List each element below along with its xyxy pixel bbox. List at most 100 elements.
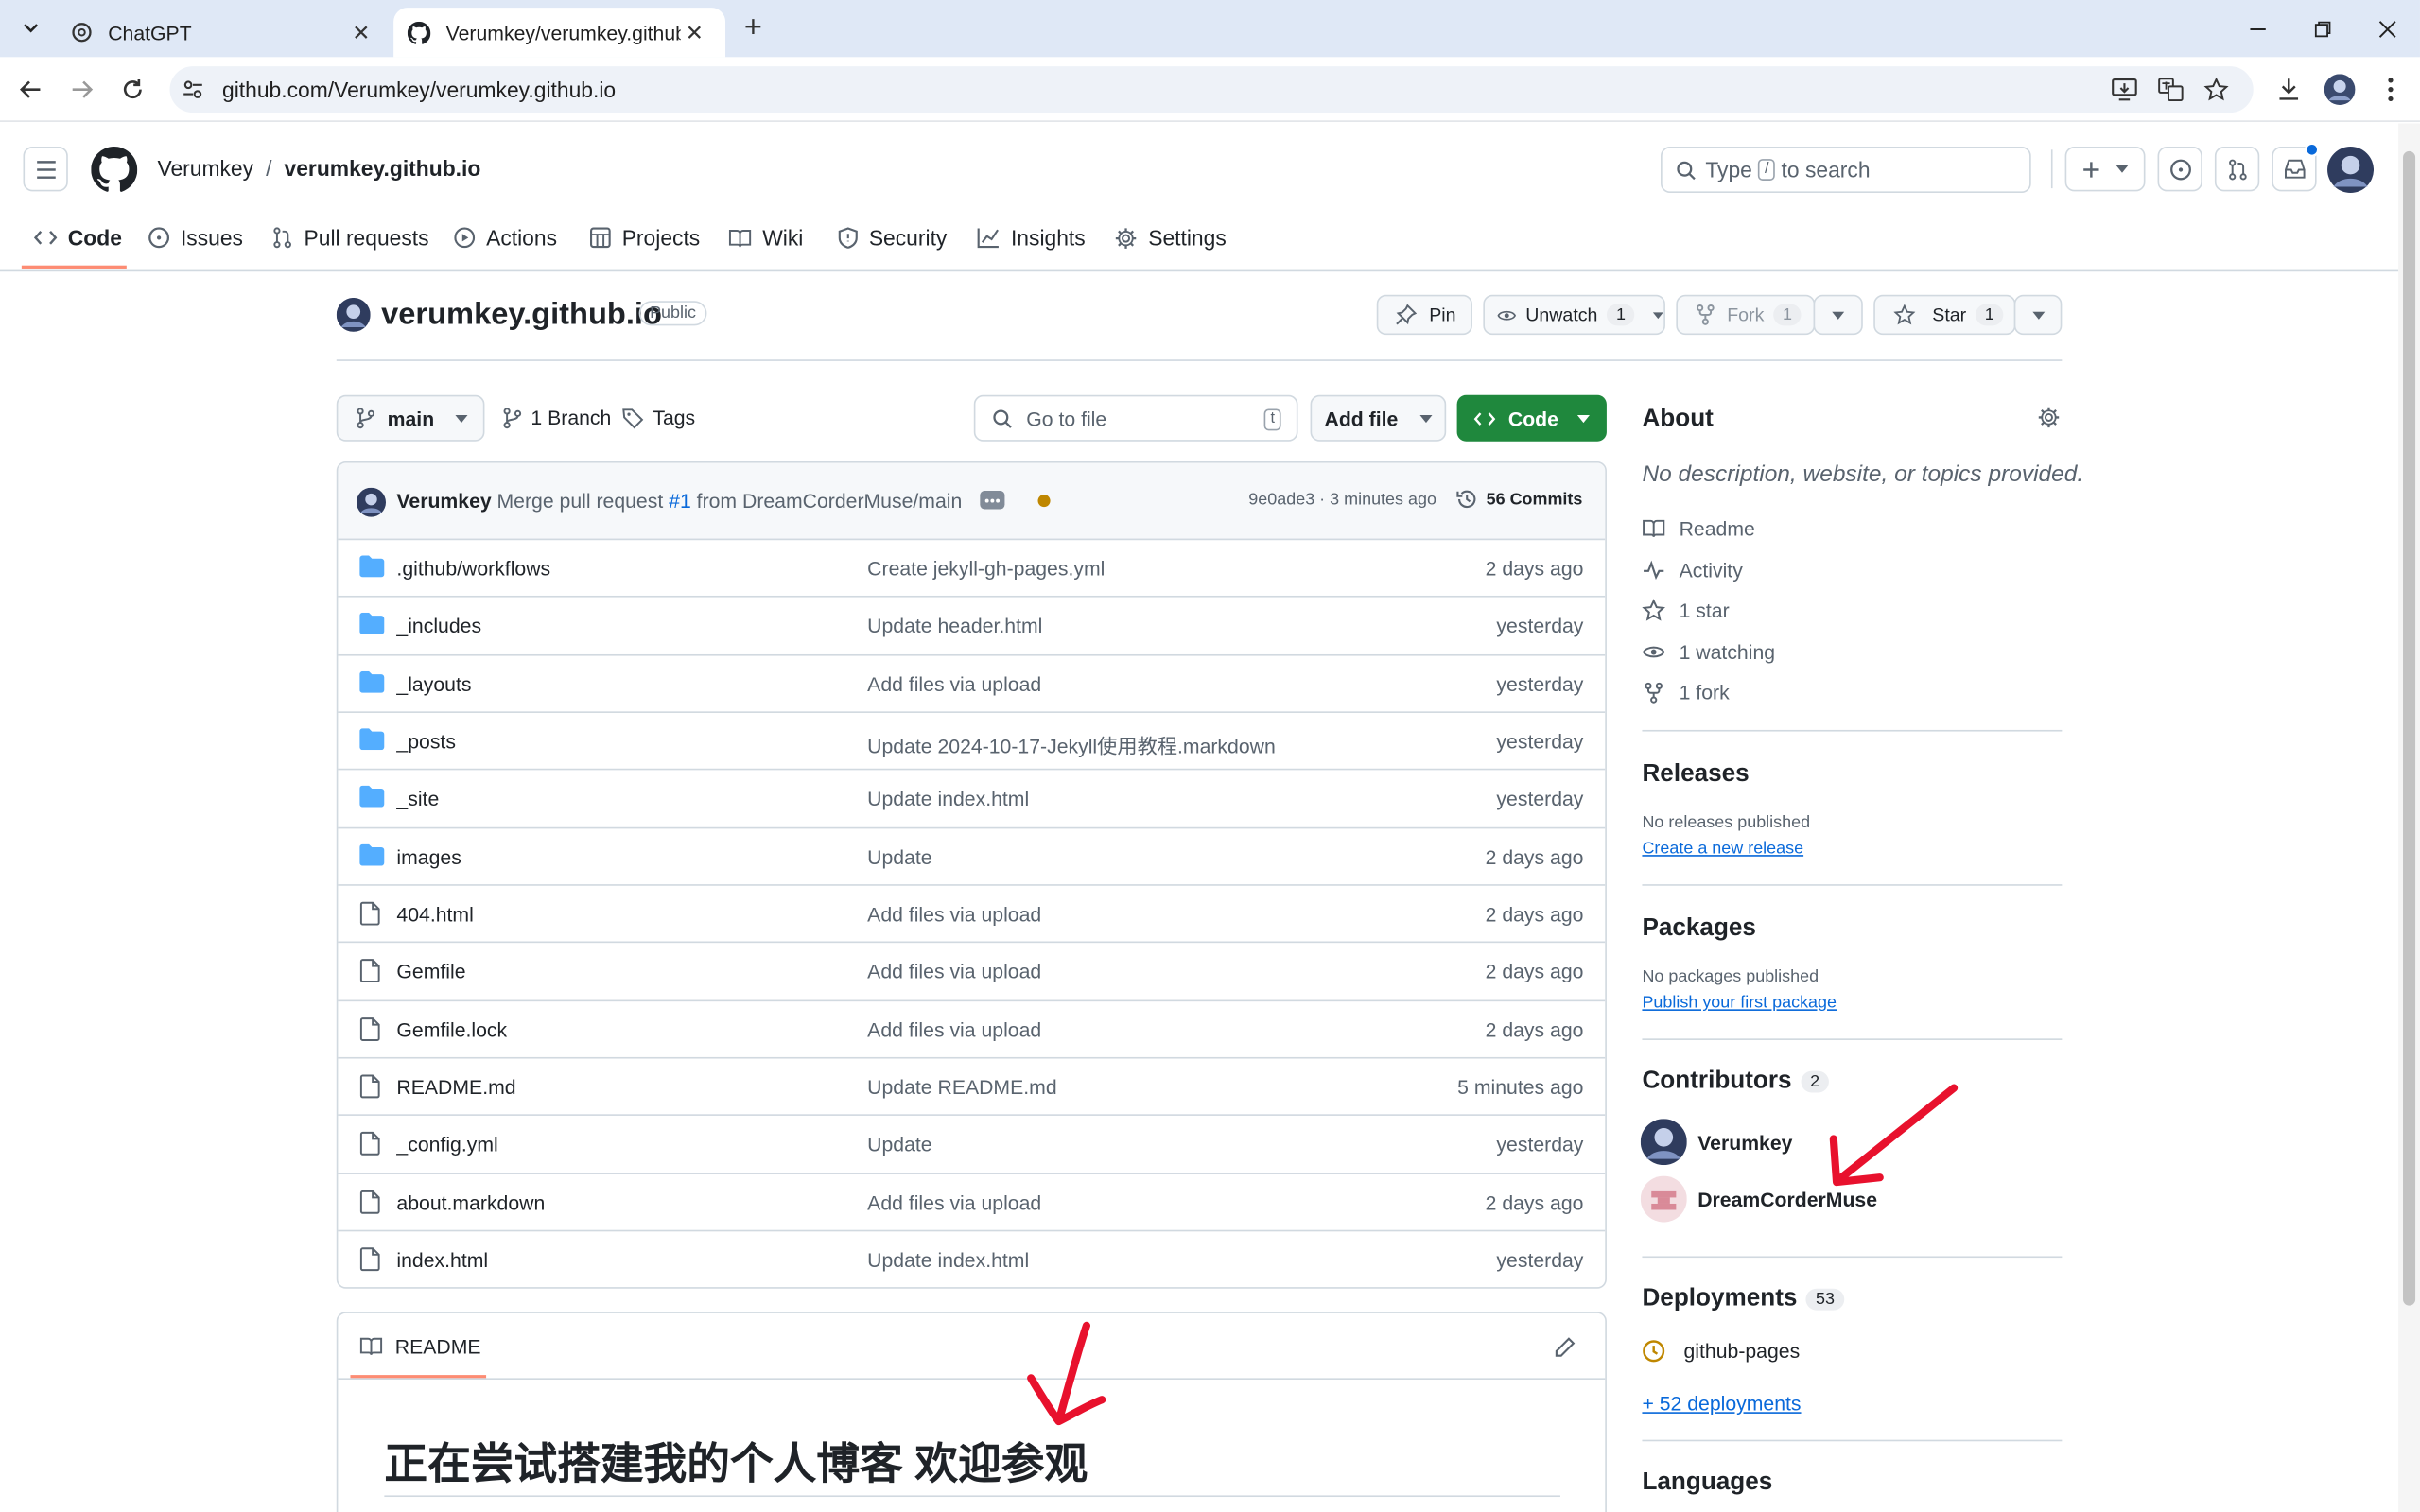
bookmark-star-icon[interactable] — [2203, 77, 2229, 102]
about-watching-link[interactable]: 1 watching — [1642, 640, 1775, 664]
issues-button[interactable] — [2157, 147, 2202, 192]
scrollbar-thumb[interactable] — [2403, 150, 2416, 1306]
file-name[interactable]: _config.yml — [396, 1134, 497, 1156]
install-app-icon[interactable] — [2112, 78, 2138, 102]
tab-actions[interactable]: Actions — [454, 217, 557, 257]
tab-projects[interactable]: Projects — [589, 217, 700, 257]
file-name[interactable]: _includes — [396, 615, 481, 637]
commit-message[interactable]: Update index.html — [867, 788, 1029, 810]
repo-link[interactable]: verumkey.github.io — [285, 156, 481, 181]
tab-security[interactable]: Security — [838, 217, 947, 257]
commit-message[interactable]: Update — [867, 1134, 931, 1156]
file-name[interactable]: about.markdown — [396, 1191, 545, 1214]
translate-icon[interactable] — [2158, 78, 2185, 102]
restore-button[interactable] — [2306, 12, 2340, 46]
table-row[interactable]: 404.html Add files via upload 2 days ago — [338, 886, 1606, 944]
table-row[interactable]: about.markdown Add files via upload 2 days… — [338, 1174, 1606, 1232]
fork-dropdown-button[interactable] — [1813, 294, 1863, 336]
expand-commit-button[interactable] — [980, 490, 1005, 510]
deployments-header[interactable]: Deployments 53 — [1642, 1285, 1844, 1312]
star-dropdown-button[interactable] — [2013, 294, 2063, 336]
file-name[interactable]: Gemfile.lock — [396, 1018, 507, 1041]
owner-link[interactable]: Verumkey — [157, 156, 253, 181]
commits-link[interactable]: 56 Commits — [1455, 488, 1582, 511]
create-release-link[interactable]: Create a new release — [1642, 840, 1803, 859]
branches-link[interactable]: 1 Branch — [503, 406, 611, 429]
star-button[interactable]: Star 1 — [1873, 294, 2016, 336]
table-row[interactable]: Gemfile.lock Add files via upload 2 days a… — [338, 1001, 1606, 1059]
commit-message[interactable]: Update README.md — [867, 1076, 1056, 1099]
commit-author-avatar[interactable] — [356, 487, 386, 517]
tab-search-button[interactable] — [15, 12, 46, 43]
table-row[interactable]: images Update 2 days ago — [338, 828, 1606, 886]
file-name[interactable]: images — [396, 845, 461, 868]
commit-pr-link[interactable]: #1 — [669, 489, 691, 512]
commit-message[interactable]: Update 2024-10-17-Jekyll使用教程.markdown — [867, 730, 1276, 759]
reload-button[interactable] — [114, 71, 151, 108]
tab-code[interactable]: Code — [33, 217, 122, 257]
forward-button[interactable] — [63, 71, 100, 108]
file-name[interactable]: _layouts — [396, 672, 471, 695]
file-name[interactable]: _site — [396, 788, 439, 810]
commit-message[interactable]: Merge pull request #1 from DreamCorderMu… — [497, 489, 963, 512]
new-tab-button[interactable]: + — [738, 12, 769, 43]
profile-button[interactable] — [2322, 71, 2359, 108]
commit-hash[interactable]: 9e0ade3 — [1248, 491, 1314, 510]
table-row[interactable]: .github/workflows Create jekyll-gh-pages.… — [338, 540, 1606, 599]
deployment-environment[interactable]: github-pages — [1642, 1340, 1800, 1363]
back-button[interactable] — [12, 71, 49, 108]
close-icon[interactable]: ✕ — [346, 17, 377, 48]
downloads-button[interactable] — [2271, 71, 2307, 108]
tab-pull-requests[interactable]: Pull requests — [271, 217, 429, 257]
commit-message[interactable]: Add files via upload — [867, 672, 1041, 695]
create-new-button[interactable] — [2064, 147, 2146, 192]
contributors-header[interactable]: Contributors 2 — [1642, 1068, 1829, 1095]
about-forks-link[interactable]: 1 fork — [1642, 681, 1730, 704]
branch-selector[interactable]: main — [336, 394, 485, 442]
file-name[interactable]: README.md — [396, 1076, 515, 1099]
packages-title[interactable]: Packages — [1642, 915, 1756, 943]
github-logo-icon[interactable] — [91, 147, 138, 193]
file-name[interactable]: 404.html — [396, 903, 473, 926]
table-row[interactable]: _site Update index.html yesterday — [338, 771, 1606, 828]
browser-menu-button[interactable] — [2372, 71, 2409, 108]
tab-settings[interactable]: Settings — [1114, 217, 1227, 257]
gear-icon[interactable] — [2037, 406, 2060, 428]
tab-wiki[interactable]: Wiki — [728, 217, 803, 257]
commit-message[interactable]: Update index.html — [867, 1248, 1029, 1271]
more-deployments-link[interactable]: + 52 deployments — [1642, 1392, 1801, 1415]
close-window-button[interactable] — [2371, 12, 2405, 46]
browser-tab-chatgpt[interactable]: ChatGPT ✕ — [56, 8, 392, 57]
go-to-file-input[interactable]: Go to file t — [973, 394, 1298, 442]
commit-message[interactable]: Add files via upload — [867, 903, 1041, 926]
close-icon[interactable]: ✕ — [679, 17, 710, 48]
about-activity-link[interactable]: Activity — [1642, 559, 1743, 582]
user-avatar[interactable] — [2327, 147, 2375, 193]
edit-pencil-icon[interactable] — [1554, 1336, 1576, 1358]
about-readme-link[interactable]: Readme — [1642, 517, 1755, 540]
releases-title[interactable]: Releases — [1642, 761, 1749, 789]
about-stars-link[interactable]: 1 star — [1642, 599, 1730, 622]
file-name[interactable]: index.html — [396, 1248, 488, 1271]
table-row[interactable]: README.md Update README.md 5 minutes ago — [338, 1059, 1606, 1117]
add-file-button[interactable]: Add file — [1310, 394, 1447, 442]
fork-button[interactable]: Fork 1 — [1676, 294, 1816, 336]
readme-tab[interactable]: README — [359, 1335, 481, 1358]
search-input[interactable]: Type / to search — [1661, 147, 2031, 193]
commit-message[interactable]: Update — [867, 845, 931, 868]
table-row[interactable]: _posts Update 2024-10-17-Jekyll使用教程.markd… — [338, 713, 1606, 771]
tab-issues[interactable]: Issues — [148, 217, 243, 257]
browser-tab-github[interactable]: Verumkey/verumkey.github.io ✕ — [393, 8, 726, 58]
table-row[interactable]: Gemfile Add files via upload 2 days ago — [338, 944, 1606, 1001]
tags-link[interactable]: Tags — [622, 406, 695, 429]
table-row[interactable]: index.html Update index.html yesterday — [338, 1232, 1605, 1288]
file-name[interactable]: _posts — [396, 730, 456, 753]
commit-author[interactable]: Verumkey — [396, 489, 491, 512]
status-pending-icon[interactable] — [1037, 494, 1052, 508]
global-menu-button[interactable] — [23, 147, 68, 192]
file-name[interactable]: .github/workflows — [396, 557, 550, 580]
commit-message[interactable]: Add files via upload — [867, 1018, 1041, 1041]
page-scrollbar[interactable] — [2398, 123, 2420, 1512]
publish-package-link[interactable]: Publish your first package — [1642, 994, 1837, 1013]
tab-insights[interactable]: Insights — [977, 217, 1086, 257]
